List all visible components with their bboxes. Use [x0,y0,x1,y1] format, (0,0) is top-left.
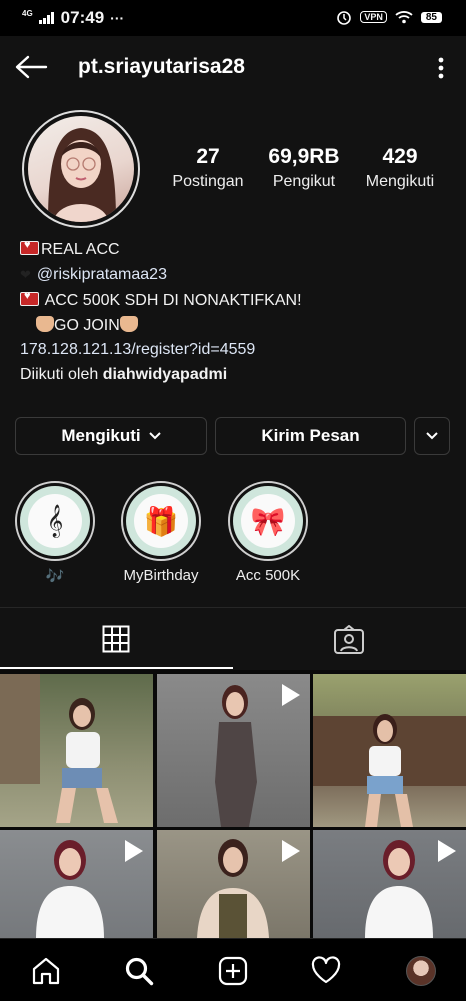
highlight-music[interactable]: 𝄞 [15,481,95,561]
bow-icon: 🎀 [241,494,295,548]
highlight-music-label: 🎶 [45,568,65,585]
stat-following-label: Mengikuti [365,173,435,190]
stat-following[interactable]: 429 Mengikuti [350,144,450,194]
followed-by[interactable]: Diikuti oleh diahwidyapadmi [20,366,227,384]
message-button[interactable]: Kirim Pesan [215,417,406,455]
highlight-mybirthday[interactable]: 🎁 [121,481,201,561]
chevron-down-icon [426,432,438,440]
highlight-mybirthday-label: MyBirthday [123,567,199,584]
stat-following-value: 429 [382,145,418,168]
stat-followers-label: Pengikut [272,173,336,190]
following-button-label: Mengikuti [61,426,141,445]
status-dots: ··· [110,10,125,26]
network-type: 4G [22,8,33,18]
profile-header: pt.sriayutarisa28 [0,36,466,100]
signal-icon [38,12,54,24]
heart-letter-emoji-icon [20,239,39,255]
post-photo [313,714,466,827]
alarm-icon [337,11,352,25]
post-thumbnail[interactable] [0,674,153,827]
post-thumbnail[interactable] [157,674,310,827]
add-post-icon[interactable] [218,956,248,986]
profile-avatar-icon[interactable] [406,956,436,986]
grid-icon[interactable] [102,625,130,653]
highlight-acc500k[interactable]: 🎀 [228,481,308,561]
suggested-accounts-button[interactable] [414,417,450,455]
stat-posts[interactable]: 27 Postingan [158,144,258,194]
stat-posts-value: 27 [196,145,220,168]
following-button[interactable]: Mengikuti [15,417,207,455]
video-play-icon [438,840,456,862]
bio-mention-link[interactable]: @riskipratamaa23 [37,266,167,283]
bio-acc-text: ACC 500K SDH DI NONAKTIFKAN! [44,292,302,309]
bio-real-acc: REAL ACC [41,241,120,258]
tagged-person-icon[interactable] [333,625,365,655]
bio-line-4: GO JOIN [36,316,138,335]
search-icon[interactable] [124,956,154,986]
video-play-icon [282,840,300,862]
gift-icon: 🎁 [134,494,188,548]
more-options-icon[interactable] [436,56,446,80]
video-play-icon [282,684,300,706]
post-photo [0,674,118,823]
battery-indicator: 85 [420,11,442,23]
pointing-down-hand-icon [36,316,54,332]
bio-line-2: ❤ @riskipratamaa23 [20,266,167,284]
home-icon[interactable] [31,956,61,986]
pointing-down-hand-icon [119,316,138,332]
bio-line-1: REAL ACC [20,239,120,259]
bottom-navigation [0,938,466,1001]
activity-heart-icon[interactable] [311,956,341,984]
stat-posts-label: Postingan [172,173,244,190]
vpn-badge: VPN [360,11,387,23]
chevron-down-icon [148,432,161,440]
status-right: VPN 85 [336,9,442,25]
avatar-photo [28,116,134,222]
bio-line-3: ACC 500K SDH DI NONAKTIFKAN! [20,290,302,310]
stat-followers-value: 69,9RB [268,145,340,168]
followed-by-user: diahwidyapadmi [102,366,228,383]
back-arrow-icon[interactable] [14,54,48,80]
stat-followers[interactable]: 69,9RB Pengikut [254,144,354,194]
heart-letter-emoji-icon [20,290,39,306]
profile-avatar[interactable] [22,110,140,228]
bio-go-join: GO JOIN [54,317,120,334]
bio-external-link[interactable]: 178.128.121.13/register?id=4559 [20,341,255,359]
followed-by-prefix: Diikuti oleh [20,366,103,383]
status-left: 4G 07:49 ··· [22,8,124,28]
wifi-icon [395,11,413,24]
status-time: 07:49 [60,8,105,27]
treble-clef-icon: 𝄞 [28,494,82,548]
black-heart-icon: ❤ [20,267,31,282]
profile-tabs [0,607,466,670]
active-tab-indicator [0,667,233,669]
message-button-label: Kirim Pesan [261,426,360,445]
video-play-icon [125,840,143,862]
status-bar: 4G 07:49 ··· VPN 85 [0,0,466,36]
profile-username: pt.sriayutarisa28 [78,55,245,78]
highlight-acc500k-label: Acc 500K [235,567,301,584]
post-thumbnail[interactable] [313,674,466,827]
avatar-portrait-shape [48,128,116,222]
